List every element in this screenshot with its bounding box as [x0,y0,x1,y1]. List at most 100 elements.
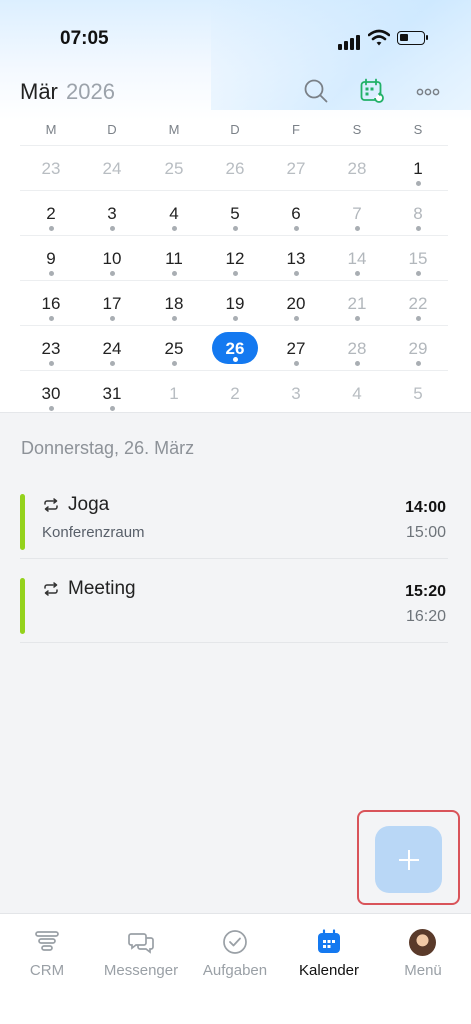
calendar-day[interactable]: 8 [394,191,442,236]
calendar-day[interactable]: 16 [27,281,75,326]
day-number: 19 [225,294,245,313]
calendar-day[interactable]: 24 [88,326,136,371]
day-number: 14 [347,249,367,268]
calendar-day[interactable]: 29 [394,326,442,371]
calendar-day[interactable]: 23 [27,146,75,191]
calendar-day[interactable]: 13 [272,236,320,281]
event-title: Meeting [68,578,136,599]
divider [0,412,471,413]
month-label[interactable]: Mär [20,79,58,105]
event-indicator-dot [233,271,238,276]
tab-crm[interactable]: CRM [2,928,92,988]
calendar-day[interactable]: 20 [272,281,320,326]
event-start-time: 14:00 [405,499,446,516]
event-item[interactable]: Joga Konferenzraum 14:00 15:00 [20,494,448,576]
calendar-day[interactable]: 7 [333,191,381,236]
event-indicator-dot [49,361,54,366]
event-indicator-dot [110,406,115,411]
calendar-day-selected[interactable]: 26 [211,326,259,371]
day-number: 21 [347,294,367,313]
calendar-day[interactable]: 4 [333,371,381,416]
day-number: 15 [408,249,428,268]
calendar-day[interactable]: 10 [88,236,136,281]
calendar-day[interactable]: 19 [211,281,259,326]
event-indicator-dot [294,316,299,321]
day-number: 28 [347,339,367,358]
calendar-day[interactable]: 11 [150,236,198,281]
day-number: 4 [169,204,179,223]
day-number: 9 [46,249,56,268]
calendar-day[interactable]: 25 [150,146,198,191]
event-color-bar [20,494,25,550]
calendar-day[interactable]: 3 [88,191,136,236]
day-number: 13 [286,249,306,268]
calendar-week-row: 23 24 25 26 27 28 1 [20,145,448,190]
calendar-day[interactable]: 9 [27,236,75,281]
day-number: 1 [413,159,423,178]
event-indicator-dot [233,357,238,362]
event-color-bar [20,578,25,634]
more-options-icon[interactable] [414,77,442,105]
calendar-day[interactable]: 30 [27,371,75,416]
event-item[interactable]: Meeting 15:20 16:20 [20,578,448,660]
add-event-button[interactable] [375,826,442,893]
weekday-label: D [230,122,240,137]
calendar-day[interactable]: 15 [394,236,442,281]
calendar-day[interactable]: 2 [27,191,75,236]
calendar-day[interactable]: 24 [88,146,136,191]
calendar-day[interactable]: 3 [272,371,320,416]
event-divider [20,558,448,559]
crm-funnel-icon [35,931,59,951]
day-number: 18 [164,294,184,313]
calendar-day[interactable]: 28 [333,326,381,371]
calendar-day[interactable]: 18 [150,281,198,326]
event-indicator-dot [416,361,421,366]
tab-kalender[interactable]: Kalender [284,928,374,988]
calendar-day[interactable]: 23 [27,326,75,371]
event-indicator-dot [233,226,238,231]
calendar-day[interactable]: 1 [394,146,442,191]
weekday-labels: M D M D F S S [0,122,471,142]
calendar-day[interactable]: 2 [211,371,259,416]
day-number: 4 [352,384,362,403]
day-number: 25 [164,159,184,178]
calendar-day[interactable]: 14 [333,236,381,281]
tab-aufgaben[interactable]: Aufgaben [190,928,280,988]
calendar-day[interactable]: 5 [394,371,442,416]
calendar-week-row: 23 24 25 26 27 28 29 [20,325,448,370]
year-label[interactable]: 2026 [66,79,115,105]
calendar-day[interactable]: 1 [150,371,198,416]
calendar-day[interactable]: 21 [333,281,381,326]
calendar-day[interactable]: 12 [211,236,259,281]
calendar-day[interactable]: 17 [88,281,136,326]
calendar-day[interactable]: 6 [272,191,320,236]
weekday-label: M [168,122,180,137]
tab-label: Aufgaben [202,962,268,979]
event-indicator-dot [49,226,54,231]
cellular-signal-icon [338,32,362,50]
avatar [409,929,436,956]
day-number: 22 [408,294,428,313]
day-number: 8 [413,204,423,223]
calendar-day[interactable]: 22 [394,281,442,326]
calendar-day[interactable]: 5 [211,191,259,236]
event-indicator-dot [355,226,360,231]
calendar-sync-icon[interactable] [358,77,386,105]
tab-messenger[interactable]: Messenger [96,928,186,988]
calendar-week-row: 9 10 11 12 13 14 15 [20,235,448,280]
calendar-day[interactable]: 28 [333,146,381,191]
event-indicator-dot [294,226,299,231]
calendar-day[interactable]: 4 [150,191,198,236]
calendar-day[interactable]: 26 [211,146,259,191]
calendar-week-row: 30 31 1 2 3 4 5 [20,370,448,415]
day-number: 23 [41,339,61,358]
tab-menu[interactable]: Menü [378,928,468,988]
calendar-day[interactable]: 25 [150,326,198,371]
search-icon[interactable] [302,77,330,105]
status-bar: 07:05 [0,0,471,70]
day-number: 2 [46,204,56,223]
calendar-day[interactable]: 27 [272,326,320,371]
calendar-day[interactable]: 31 [88,371,136,416]
calendar-day[interactable]: 27 [272,146,320,191]
agenda-date-heading: Donnerstag, 26. März [21,438,195,458]
